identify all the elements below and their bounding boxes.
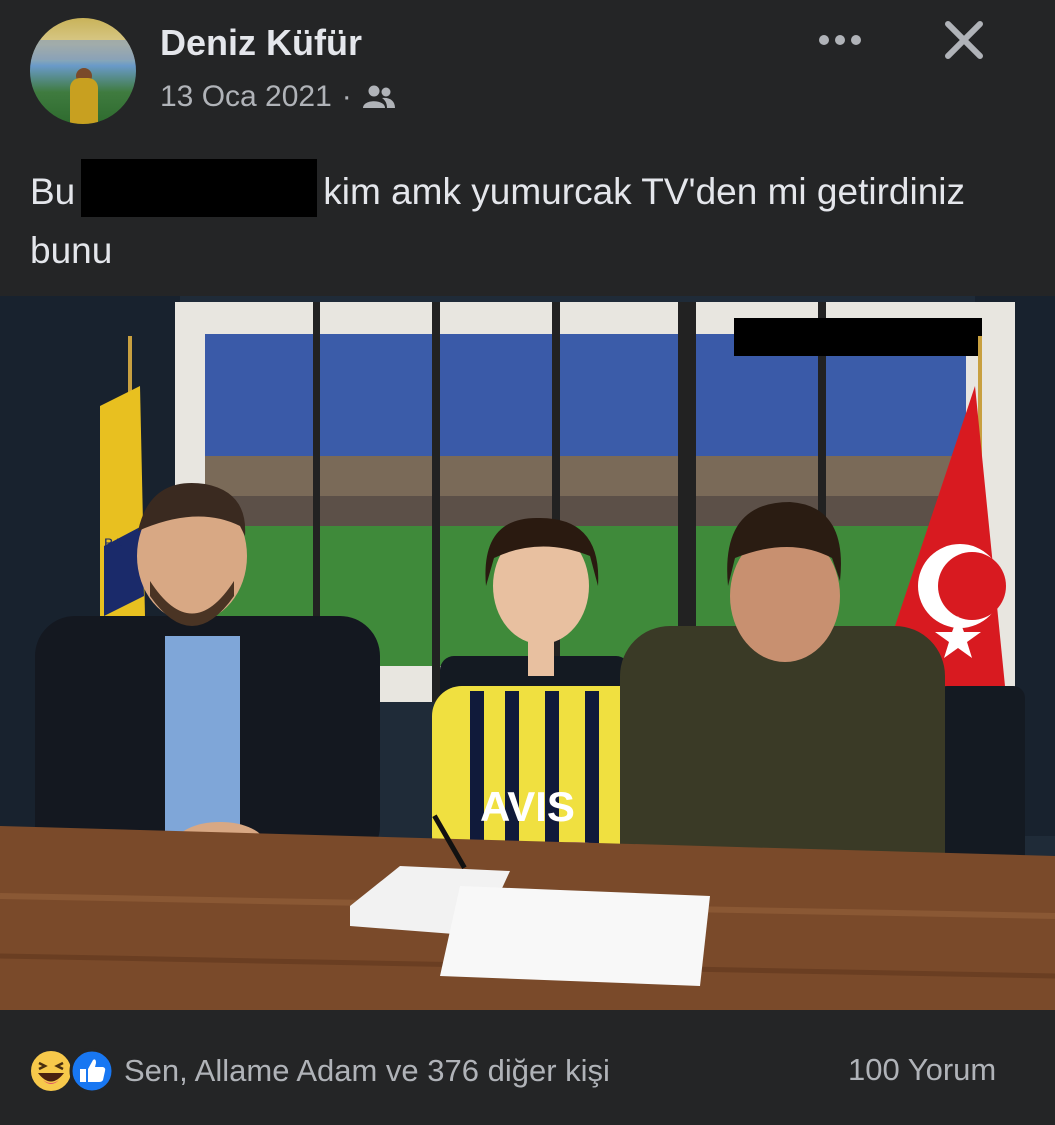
comments-count[interactable]: 100 Yorum	[848, 1052, 996, 1088]
post-text-start: Bu	[30, 171, 76, 212]
flag-text: BAH	[104, 535, 133, 551]
friends-icon[interactable]	[362, 84, 396, 110]
haha-icon	[29, 1049, 73, 1093]
post-date[interactable]: 13 Oca 2021	[160, 80, 332, 114]
meta-separator: ·	[341, 80, 352, 113]
reactions-summary[interactable]: Sen, Allame Adam ve 376 diğer kişi	[28, 1048, 610, 1094]
post-meta: 13 Oca 2021 ·	[160, 80, 396, 114]
redaction-bar	[81, 159, 318, 218]
more-options-button[interactable]	[812, 22, 868, 58]
reactions-label: Sen, Allame Adam ve 376 diğer kişi	[124, 1053, 610, 1088]
post-header: Deniz Küfür 13 Oca 2021 ·	[0, 0, 1055, 150]
more-icon	[819, 35, 861, 45]
author-name[interactable]: Deniz Küfür	[160, 22, 362, 64]
post-text: Bu kim amk yumurcak TV'den mi getirdiniz …	[30, 159, 1020, 279]
close-button[interactable]	[938, 14, 990, 66]
avatar[interactable]	[30, 18, 136, 124]
post-photo[interactable]: BAH AVIS	[0, 296, 1055, 1010]
close-icon	[945, 21, 983, 59]
jersey-text: AVIS	[480, 783, 575, 830]
like-icon	[69, 1048, 115, 1094]
